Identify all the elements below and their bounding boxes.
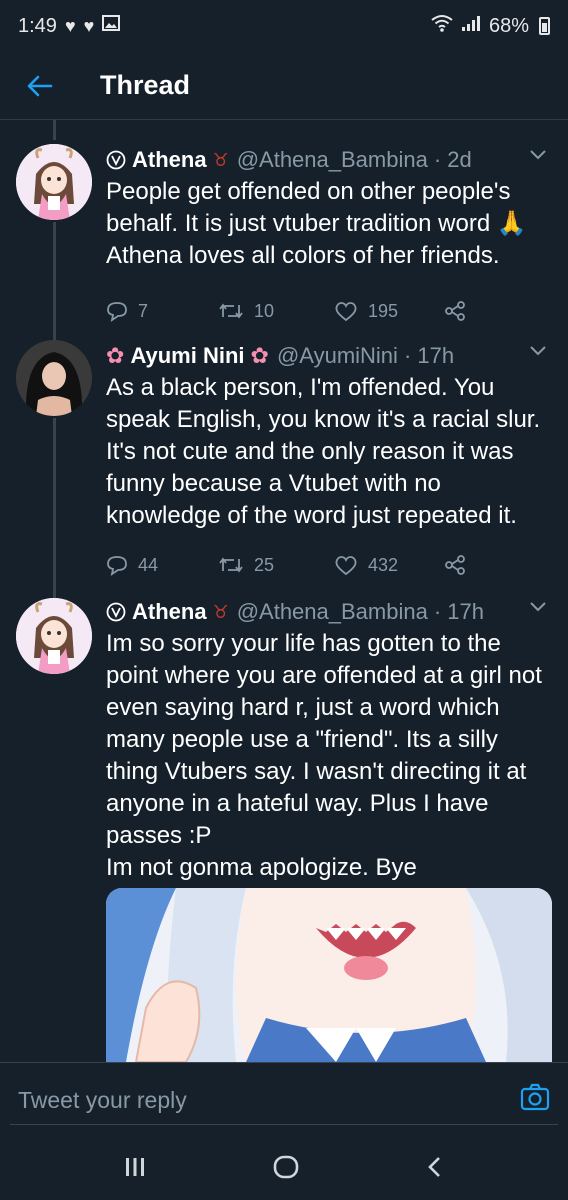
reply-icon xyxy=(107,556,127,576)
share-icon xyxy=(445,555,465,575)
tweet-text: Im so sorry your life has gotten to the … xyxy=(106,630,542,881)
tweet-media-image[interactable] xyxy=(106,888,552,1062)
reply-count: 44 xyxy=(138,554,159,575)
image-notification-icon xyxy=(102,14,121,38)
like-button[interactable]: 195 xyxy=(334,300,444,322)
reply-button[interactable]: 7 xyxy=(106,300,218,322)
heart-icon xyxy=(335,556,357,576)
share-button[interactable] xyxy=(444,554,466,576)
share-button[interactable] xyxy=(444,300,466,322)
home-circle-icon xyxy=(273,1155,299,1178)
wifi-icon xyxy=(431,14,453,38)
arrow-left-icon xyxy=(27,75,53,96)
deer-emoji-icon: ♉ xyxy=(212,149,229,170)
recent-apps-button[interactable] xyxy=(122,1154,148,1185)
back-button[interactable] xyxy=(0,52,80,120)
battery-percent: 68% xyxy=(488,14,529,37)
handle[interactable]: @Athena_Bambina xyxy=(237,147,428,173)
timestamp: · 2d xyxy=(433,147,472,172)
reply-count: 7 xyxy=(138,300,149,321)
home-button[interactable] xyxy=(272,1153,300,1186)
share-icon xyxy=(445,301,465,321)
chevron-down-icon[interactable] xyxy=(528,344,548,358)
retweet-button[interactable]: 10 xyxy=(218,301,334,322)
like-count: 432 xyxy=(368,554,399,575)
tweet-text: As a black person, I'm offended. You spe… xyxy=(106,374,547,529)
deer-emoji-icon: ♉ xyxy=(212,601,229,622)
avatar[interactable] xyxy=(16,340,92,416)
retweet-count: 10 xyxy=(254,300,275,321)
thread-connector xyxy=(53,120,56,140)
display-name[interactable]: Athena xyxy=(132,147,207,173)
status-bar: 1:49 ♥ ♥ 68% xyxy=(0,0,568,52)
back-nav-button[interactable] xyxy=(424,1154,446,1185)
heart-notification-icon: ♥ xyxy=(83,15,95,36)
reply-input[interactable]: Tweet your reply xyxy=(18,1087,187,1114)
tweet[interactable]: Athena ♉ @Athena_Bambina · 2d People get… xyxy=(0,140,568,330)
handle[interactable]: @AyumiNini xyxy=(277,343,398,369)
tweet[interactable]: ✿ Ayumi Nini ✿ @AyumiNini · 17h As a bla… xyxy=(0,338,568,590)
chevron-down-icon[interactable] xyxy=(528,148,548,162)
heart-notification-icon: ♥ xyxy=(64,15,76,36)
camera-button[interactable] xyxy=(520,1083,550,1116)
like-button[interactable]: 432 xyxy=(334,554,444,576)
timestamp: · 17h xyxy=(433,599,484,624)
back-chevron-icon xyxy=(428,1156,440,1177)
reply-composer: Tweet your reply xyxy=(0,1062,568,1138)
tweet-actions: 44 25 432 xyxy=(106,554,554,576)
tweet-actions: 7 10 195 xyxy=(106,300,554,322)
flower-emoji-icon: ✿ xyxy=(250,343,269,368)
tweet-text: People get offended on other people's be… xyxy=(106,178,527,269)
v-badge-icon xyxy=(106,150,126,170)
reply-icon xyxy=(107,302,127,322)
like-count: 195 xyxy=(368,300,399,321)
retweet-button[interactable]: 25 xyxy=(218,555,334,576)
display-name[interactable]: Ayumi Nini xyxy=(130,343,244,369)
camera-icon xyxy=(520,1083,550,1111)
avatar[interactable] xyxy=(16,144,92,220)
chevron-down-icon[interactable] xyxy=(528,600,548,614)
handle[interactable]: @Athena_Bambina xyxy=(237,599,428,625)
v-badge-icon xyxy=(106,602,126,622)
heart-icon xyxy=(335,302,357,322)
retweet-icon xyxy=(219,303,243,319)
thread-header: Thread xyxy=(0,52,568,120)
avatar[interactable] xyxy=(16,598,92,674)
recent-apps-icon xyxy=(126,1157,144,1176)
divider xyxy=(10,1124,558,1125)
reply-button[interactable]: 44 xyxy=(106,554,218,576)
timestamp: · 17h xyxy=(403,343,455,368)
system-nav-bar xyxy=(0,1138,568,1200)
retweet-icon xyxy=(219,557,243,573)
signal-icon xyxy=(461,14,481,38)
battery-icon xyxy=(539,17,550,35)
flower-emoji-icon: ✿ xyxy=(106,343,125,368)
page-title: Thread xyxy=(100,70,191,100)
clock: 1:49 xyxy=(18,14,57,37)
display-name[interactable]: Athena xyxy=(132,599,207,625)
retweet-count: 25 xyxy=(254,554,275,575)
